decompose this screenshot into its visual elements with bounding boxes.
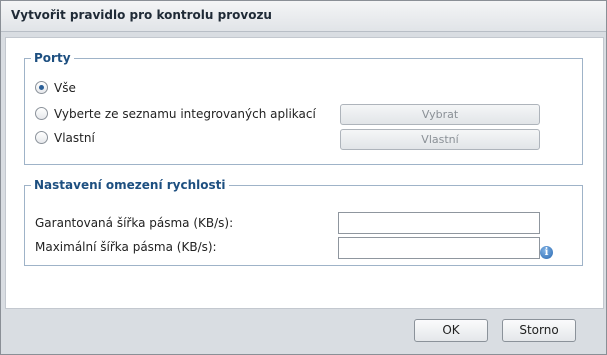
speed-limit-legend: Nastavení omezení rychlosti (34, 178, 226, 192)
custom-ports-button[interactable]: Vlastní (340, 129, 540, 150)
select-apps-button[interactable]: Vybrat (340, 104, 540, 125)
dialog-title: Vytvořit pravidlo pro kontrolu provozu (11, 8, 272, 22)
max-bandwidth-input[interactable] (338, 237, 540, 259)
guaranteed-bandwidth-label: Garantovaná šířka pásma (KB/s): (35, 216, 234, 230)
radio-all[interactable] (35, 81, 48, 94)
port-option-custom-label: Vlastní (54, 131, 95, 145)
ports-fieldset: Porty Vše Vyberte ze seznamu integrovaný… (24, 51, 583, 165)
info-icon[interactable]: i (540, 246, 553, 259)
ports-legend: Porty (34, 51, 71, 65)
cancel-button[interactable]: Storno (502, 319, 576, 342)
max-bandwidth-label: Maximální šířka pásma (KB/s): (35, 240, 217, 254)
port-option-builtin-apps[interactable]: Vyberte ze seznamu integrovaných aplikac… (35, 105, 316, 123)
radio-custom[interactable] (35, 131, 48, 144)
port-option-all-label: Vše (54, 81, 76, 95)
guaranteed-bandwidth-input[interactable] (338, 212, 540, 234)
radio-builtin-apps[interactable] (35, 107, 48, 120)
port-option-all[interactable]: Vše (35, 79, 76, 97)
port-option-custom[interactable]: Vlastní (35, 129, 95, 147)
traffic-rule-dialog: Vytvořit pravidlo pro kontrolu provozu P… (0, 0, 607, 355)
dialog-titlebar[interactable]: Vytvořit pravidlo pro kontrolu provozu (1, 1, 606, 32)
port-option-builtin-apps-label: Vyberte ze seznamu integrovaných aplikac… (54, 107, 316, 121)
dialog-content: Porty Vše Vyberte ze seznamu integrovaný… (5, 37, 604, 309)
ok-button[interactable]: OK (414, 319, 488, 342)
speed-limit-fieldset: Nastavení omezení rychlosti Garantovaná … (24, 178, 583, 266)
